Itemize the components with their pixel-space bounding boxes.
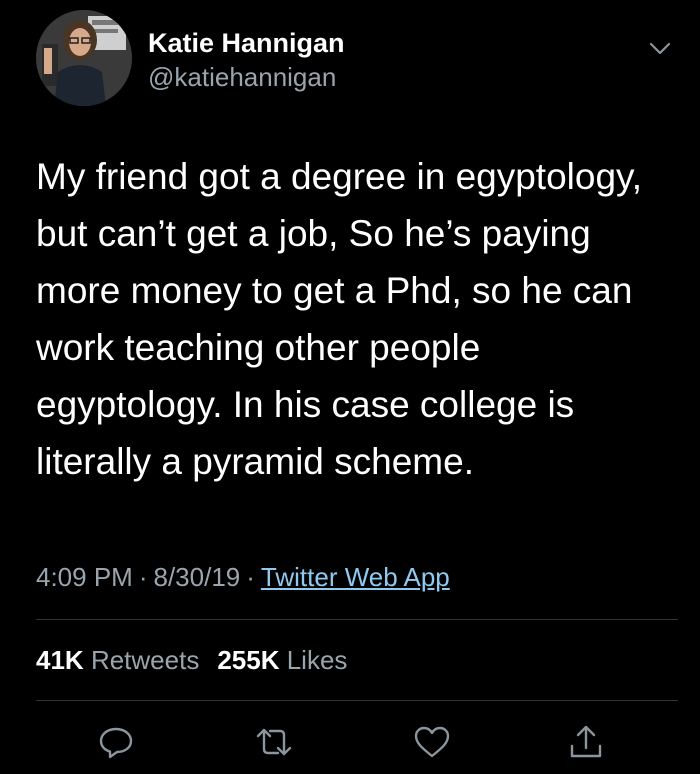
action-bar — [0, 718, 700, 774]
tweet-header: Katie Hannigan @katiehannigan — [36, 10, 676, 110]
tweet-text: My friend got a degree in egyptology, bu… — [36, 156, 643, 482]
tweet-stats: 41K Retweets 255K Likes — [36, 643, 347, 677]
likes-label: Likes — [286, 645, 348, 675]
author-name[interactable]: Katie Hannigan — [148, 26, 345, 60]
chevron-down-icon[interactable] — [648, 36, 672, 60]
retweets-label: Retweets — [90, 645, 200, 675]
retweets-stat[interactable]: 41K Retweets — [36, 645, 199, 675]
avatar-photo — [36, 10, 132, 106]
tweet-meta: 4:09 PM · 8/30/19 · Twitter Web App — [36, 560, 450, 594]
tweet-source-link[interactable]: Twitter Web App — [261, 562, 450, 592]
like-icon[interactable] — [412, 722, 452, 762]
meta-separator: · — [138, 562, 148, 592]
divider — [36, 700, 678, 701]
author-names: Katie Hannigan @katiehannigan — [148, 26, 345, 94]
divider — [36, 619, 678, 620]
tweet-card: Katie Hannigan @katiehannigan My friend … — [0, 0, 700, 774]
meta-separator: · — [246, 562, 255, 592]
retweets-count: 41K — [36, 645, 84, 675]
author-handle[interactable]: @katiehannigan — [148, 60, 345, 94]
avatar[interactable] — [36, 10, 132, 106]
retweet-icon[interactable] — [254, 722, 294, 762]
likes-count: 255K — [217, 645, 280, 675]
tweet-date[interactable]: 8/30/19 — [154, 562, 241, 592]
likes-stat[interactable]: 255K Likes — [217, 645, 347, 675]
tweet-time[interactable]: 4:09 PM — [36, 562, 133, 592]
reply-icon[interactable] — [96, 722, 136, 762]
share-icon[interactable] — [566, 722, 606, 762]
